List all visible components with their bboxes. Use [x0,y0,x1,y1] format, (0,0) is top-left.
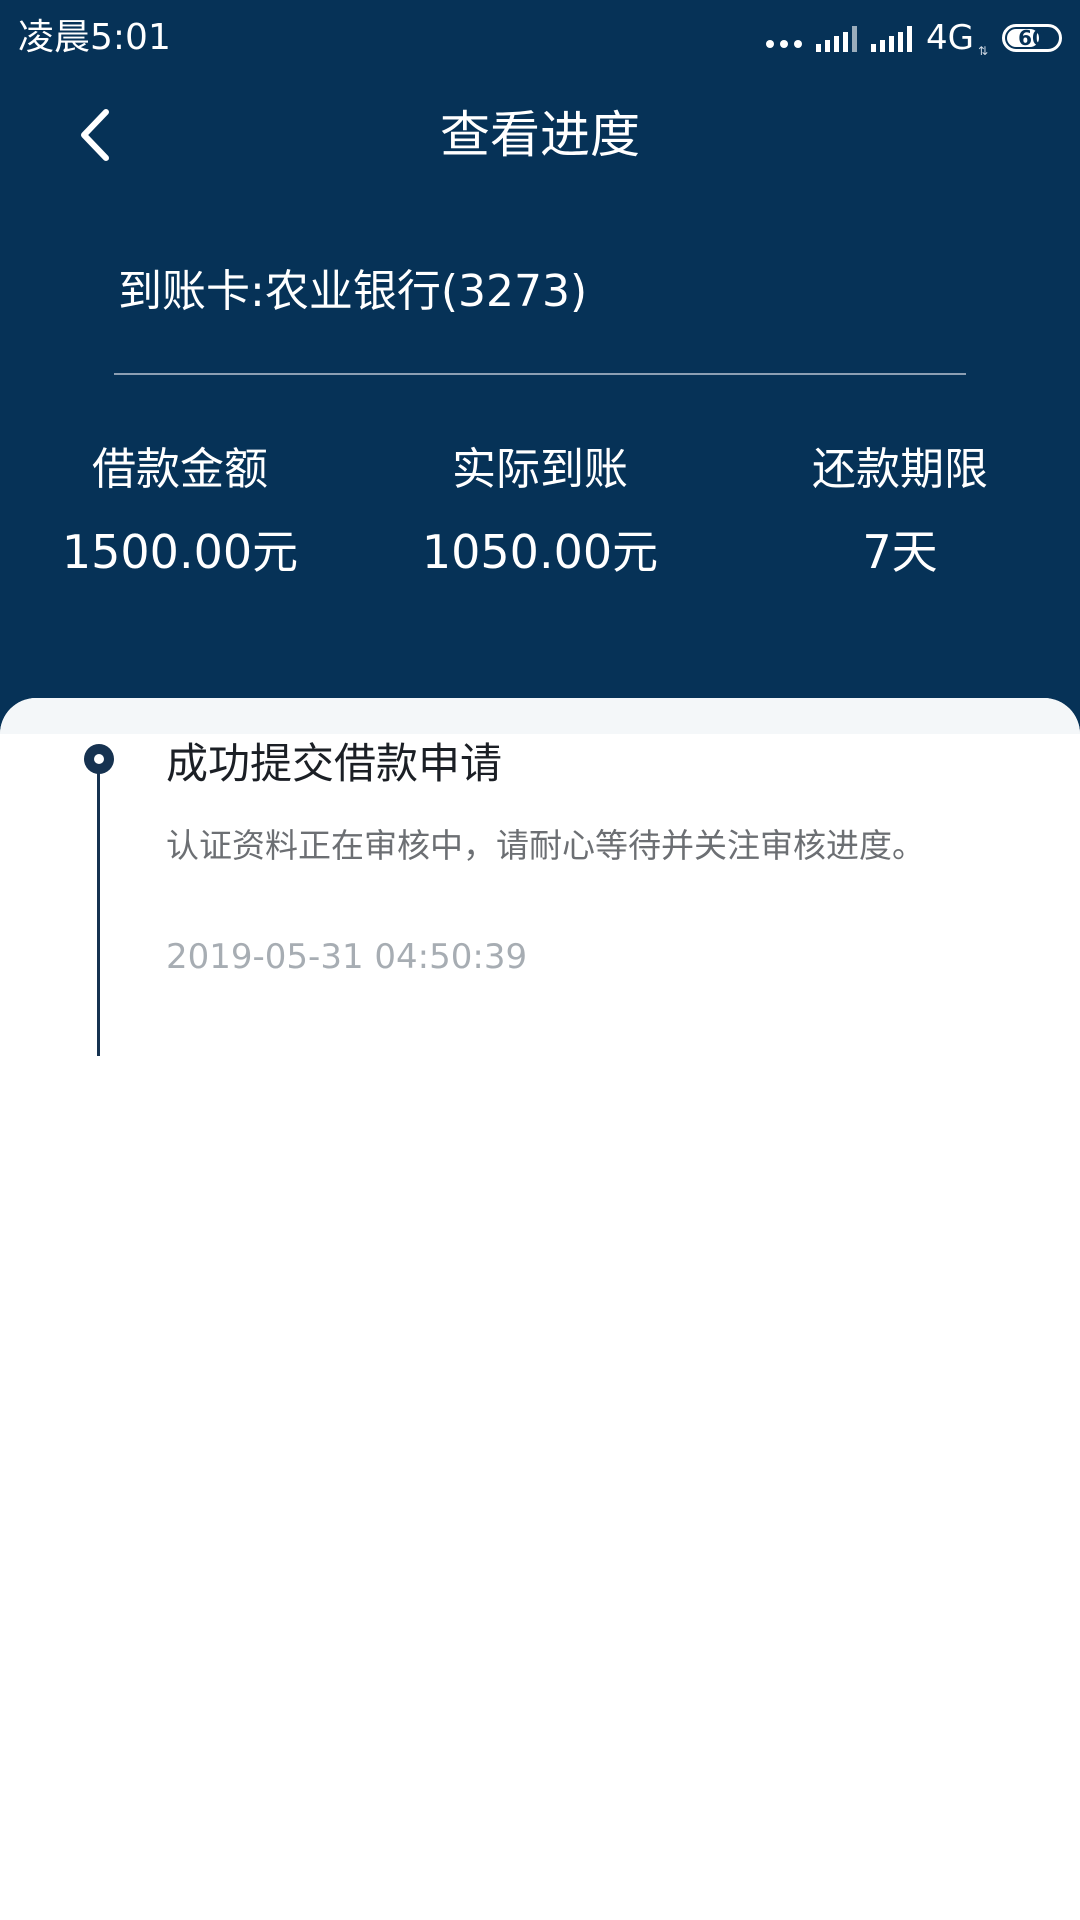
stat-label: 还款期限 [812,444,988,495]
stat-value: 7天 [862,525,938,579]
timeline-event-time: 2019-05-31 04:50:39 [166,937,528,977]
stat-repayment-term: 还款期限 7天 [750,440,1050,582]
app-screen: 凌晨5:01 4G ⇅ 60 查看进度 到账卡:农业银行(3273) 借款金额 … [0,0,1080,1920]
status-bar: 凌晨5:01 4G ⇅ 60 [0,0,1080,76]
timeline-event-description: 认证资料正在审核中，请耐心等待并关注审核进度。 [166,826,925,865]
stat-loan-amount: 借款金额 1500.00元 [30,440,330,582]
timeline-node-icon [84,744,114,774]
back-button[interactable] [60,100,130,170]
data-activity-icon: ⇅ [977,44,988,58]
header-section: 凌晨5:01 4G ⇅ 60 查看进度 到账卡:农业银行(3273) 借款金额 … [0,0,1080,740]
progress-panel: 成功提交借款申请 认证资料正在审核中，请耐心等待并关注审核进度。 2019-05… [0,698,1080,1920]
receiving-card-info: 到账卡:农业银行(3273) [118,266,588,317]
stat-actual-received: 实际到账 1050.00元 [390,440,690,582]
signal-strength-icon-sim1 [815,24,857,52]
status-icons: 4G ⇅ 60 [765,18,1062,58]
stat-value: 1050.00元 [421,525,659,579]
signal-strength-icon-sim2 [870,24,912,52]
header-divider [114,373,966,375]
stat-value: 1500.00元 [61,525,299,579]
stat-label: 实际到账 [452,444,628,495]
timeline-line [97,760,100,1056]
loan-summary: 借款金额 1500.00元 实际到账 1050.00元 还款期限 7天 [0,440,1080,590]
stat-label: 借款金额 [92,444,268,495]
chevron-left-icon [81,109,109,161]
battery-icon: 60 [1002,24,1062,52]
timeline-event-title: 成功提交借款申请 [166,739,503,788]
more-notifications-icon [765,28,802,48]
page-title: 查看进度 [440,106,640,164]
status-time: 凌晨5:01 [18,17,171,58]
panel-top-strip [0,698,1080,734]
battery-level: 60 [1018,26,1046,50]
network-type: 4G [925,18,974,58]
